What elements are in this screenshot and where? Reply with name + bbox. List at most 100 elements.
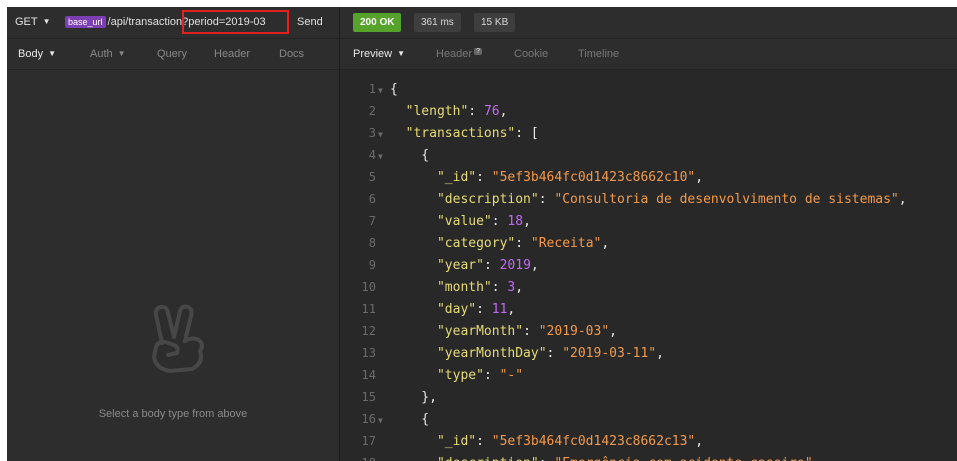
line-number: 6 <box>368 192 376 206</box>
tab-docs[interactable]: Docs <box>279 48 304 60</box>
header-count-badge: ? <box>474 48 482 55</box>
code-token: , <box>507 302 516 317</box>
code-line: 5 "_id": "5ef3b464fc0d1423c8662c10", <box>340 166 703 188</box>
code-line: 3 ▼ "transactions": [ <box>340 122 539 144</box>
code-token: : <box>515 236 531 251</box>
code-line: 17 "_id": "5ef3b464fc0d1423c8662c13", <box>340 430 704 452</box>
fold-toggle-icon[interactable]: ▼ <box>376 146 390 168</box>
code-token: "length" <box>405 104 469 119</box>
code-token: , <box>523 214 531 229</box>
code-line: 12 "yearMonth": "2019-03", <box>340 320 617 342</box>
line-number: 18 <box>340 452 376 461</box>
tab-timeline[interactable]: Timeline <box>578 48 619 60</box>
code-token: }, <box>390 390 437 405</box>
line-number: 8 <box>368 236 376 250</box>
fold-toggle-icon[interactable]: ▼ <box>376 410 390 432</box>
code-token: "type" <box>436 368 484 383</box>
code-token: , <box>898 192 907 207</box>
line-number: 2 <box>368 104 376 118</box>
code-token: { <box>390 148 430 163</box>
code-token: "yearMonth" <box>436 324 524 339</box>
line-number: 3 <box>368 126 376 140</box>
code-token: 11 <box>491 302 508 317</box>
chevron-down-icon: ▼ <box>117 49 126 58</box>
code-token: , <box>609 324 617 339</box>
code-token: "Consultoria de desenvolvimento de siste… <box>554 192 899 207</box>
code-token: { <box>390 412 430 427</box>
code-token: : <box>491 280 508 295</box>
code-token: "5ef3b464fc0d1423c8662c13" <box>491 434 696 449</box>
code-token: "day" <box>436 302 477 317</box>
code-token: "2019-03-11" <box>562 346 657 361</box>
code-line: 2 "length": 76, <box>340 100 508 122</box>
code-token: , <box>515 280 524 295</box>
tab-header[interactable]: Header <box>214 48 250 60</box>
chevron-down-icon: ▼ <box>48 49 56 58</box>
tab-preview[interactable]: Preview ▼ <box>353 48 405 60</box>
code-token: : <box>476 302 492 317</box>
line-number: 10 <box>361 280 376 294</box>
code-token: , <box>601 236 610 251</box>
code-token: , <box>695 434 704 449</box>
code-token: : <box>491 214 508 229</box>
code-token: "_id" <box>436 170 477 185</box>
code-token: : <box>539 456 555 461</box>
line-number: 11 <box>361 302 376 316</box>
code-line: 16 ▼ { <box>340 408 430 432</box>
send-button[interactable]: Send <box>297 16 323 28</box>
line-number: 1 <box>368 82 376 96</box>
line-number: 15 <box>361 390 376 404</box>
base-url-tag[interactable]: base_url <box>65 16 106 28</box>
code-token: : <box>538 192 555 207</box>
code-line: 13 "yearMonthDay": "2019-03-11", <box>340 342 664 364</box>
request-tabs: Body ▼ Auth ▼ Query Header Docs <box>7 39 339 70</box>
tab-preview-label: Preview <box>353 48 393 60</box>
tab-cookie[interactable]: Cookie <box>514 48 548 60</box>
code-token: "category" <box>436 236 516 251</box>
response-pane: 200 OK 361 ms 15 KB Preview ▼ Header? Coo… <box>340 7 957 461</box>
code-token: "year" <box>436 258 484 273</box>
code-token: : <box>476 434 492 449</box>
code-token: , <box>499 104 508 119</box>
tab-auth[interactable]: Auth ▼ <box>90 48 126 60</box>
url-bar: GET ▼ base_url/api/transaction?period=201… <box>7 7 339 39</box>
line-number: 14 <box>361 368 376 382</box>
method-select[interactable]: GET ▼ <box>15 16 51 28</box>
code-line: 8 "category": "Receita", <box>340 232 609 254</box>
tab-query[interactable]: Query <box>157 48 187 60</box>
tab-response-header[interactable]: Header? <box>436 48 482 60</box>
code-line: 1 ▼{ <box>340 78 398 100</box>
code-token: , <box>530 258 539 273</box>
code-token: 18 <box>507 214 524 229</box>
fold-toggle-icon[interactable]: ▼ <box>376 80 390 102</box>
code-token: "Receita" <box>530 236 602 251</box>
code-token: "month" <box>436 280 492 295</box>
code-token: "5ef3b464fc0d1423c8662c10" <box>491 170 696 185</box>
code-token: : <box>476 170 492 185</box>
code-line: 18 "description": "Emergência com aciden… <box>340 452 821 461</box>
tab-body[interactable]: Body ▼ <box>18 48 56 60</box>
line-number: 5 <box>368 170 376 184</box>
code-line: 9 "year": 2019, <box>340 254 539 276</box>
fold-toggle-icon[interactable]: ▼ <box>376 124 390 146</box>
annotation-highlight-box <box>182 10 289 34</box>
peace-hand-icon <box>152 304 204 373</box>
tab-body-label: Body <box>18 48 44 60</box>
tab-auth-label: Auth <box>90 48 113 60</box>
status-badge: 200 OK <box>353 13 402 32</box>
code-line: 7 "value": 18, <box>340 210 531 232</box>
response-status-bar: 200 OK 361 ms 15 KB <box>340 7 957 39</box>
code-line: 4 ▼ { <box>340 144 429 166</box>
code-line: 11 "day": 11, <box>340 298 516 320</box>
code-token: "-" <box>499 368 524 383</box>
code-token: "yearMonthDay" <box>436 346 547 361</box>
